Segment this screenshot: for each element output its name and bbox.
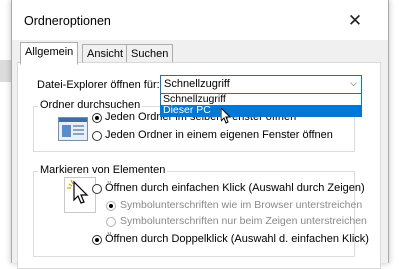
radio-underline-hover[interactable] (106, 217, 116, 227)
click-cursor-icon (67, 179, 89, 204)
window-title: Ordneroptionen (24, 14, 111, 28)
dropdown-option-dieser-pc[interactable]: Dieser PC (161, 105, 361, 116)
radio-same-window[interactable] (92, 113, 102, 123)
explorer-open-select[interactable]: Schnellzugriff ⌵ (160, 75, 362, 94)
radio-single-click[interactable] (92, 184, 102, 194)
tab-allgemein[interactable]: Allgemein (20, 42, 79, 65)
folder-options-dialog: Ordneroptionen ✕ Allgemein Ansicht Suche… (11, 0, 389, 269)
tab-suchen[interactable]: Suchen (126, 44, 174, 64)
radio-underline-browser[interactable] (106, 201, 116, 211)
explorer-open-dropdown-list: Schnellzugriff Dieser PC (160, 93, 362, 117)
explorer-open-label: Datei-Explorer öffnen für: (37, 79, 160, 91)
radio-own-window-label[interactable]: Jeden Ordner in einem eigenen Fenster öf… (105, 129, 333, 141)
radio-underline-browser-label[interactable]: Symbolunterschriften wie im Browser unte… (120, 199, 362, 211)
radio-single-click-label[interactable]: Öffnen durch einfachen Klick (Auswahl du… (105, 182, 365, 194)
single-click-image (64, 177, 96, 213)
radio-underline-hover-label[interactable]: Symbolunterschriften nur beim Zeigen unt… (120, 215, 367, 227)
title-bar: Ordneroptionen ✕ (12, 0, 388, 40)
mouse-cursor-icon (221, 108, 232, 124)
radio-double-click[interactable] (92, 235, 102, 245)
radio-double-click-label[interactable]: Öffnen durch Doppelklick (Auswahl d. ein… (105, 233, 369, 245)
browse-folders-title: Ordner durchsuchen (38, 99, 143, 111)
close-icon[interactable]: ✕ (344, 10, 366, 32)
explorer-open-selected: Schnellzugriff (164, 78, 230, 90)
tab-ansicht[interactable]: Ansicht (82, 44, 129, 64)
chevron-down-icon[interactable]: ⌵ (350, 78, 357, 89)
folder-window-image (58, 117, 88, 141)
radio-own-window[interactable] (92, 131, 102, 141)
mark-items-title: Markieren von Elementen (38, 164, 168, 176)
